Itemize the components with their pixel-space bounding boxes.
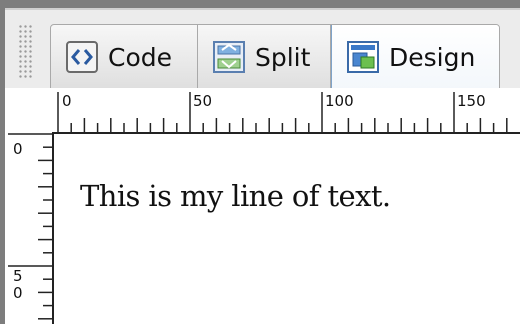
ruler-h-label: 150	[457, 92, 486, 110]
ruler-h-label: 50	[193, 92, 213, 110]
design-view-label: Design	[389, 42, 476, 72]
view-mode-buttons: Code Split Design	[50, 24, 500, 92]
ruler-v-label: 50	[13, 267, 23, 302]
split-view-label: Split	[255, 42, 311, 72]
split-view-button[interactable]: Split	[198, 25, 331, 89]
design-canvas[interactable]: This is my line of text.	[54, 134, 520, 324]
toolbar-grip-handle[interactable]	[18, 24, 34, 80]
split-view-icon	[212, 40, 246, 74]
ruler-v-label: 0	[13, 140, 23, 158]
code-view-icon	[65, 40, 99, 74]
ruler-h-label: 0	[62, 92, 72, 110]
horizontal-ruler: 0 50 100 150	[5, 88, 520, 134]
vertical-ruler: 0 50	[5, 132, 54, 324]
document-text-line[interactable]: This is my line of text.	[80, 179, 391, 213]
horizontal-ruler-ticks	[57, 92, 508, 132]
ruler-h-label: 100	[325, 92, 354, 110]
code-view-label: Code	[108, 42, 173, 72]
editor-window: Code Split Design 0 50 100 150 0 50 This…	[0, 0, 520, 324]
design-view-button[interactable]: Design	[331, 25, 499, 89]
code-view-button[interactable]: Code	[51, 25, 198, 89]
document-toolbar: Code Split Design	[5, 8, 520, 92]
design-view-icon	[346, 40, 380, 74]
